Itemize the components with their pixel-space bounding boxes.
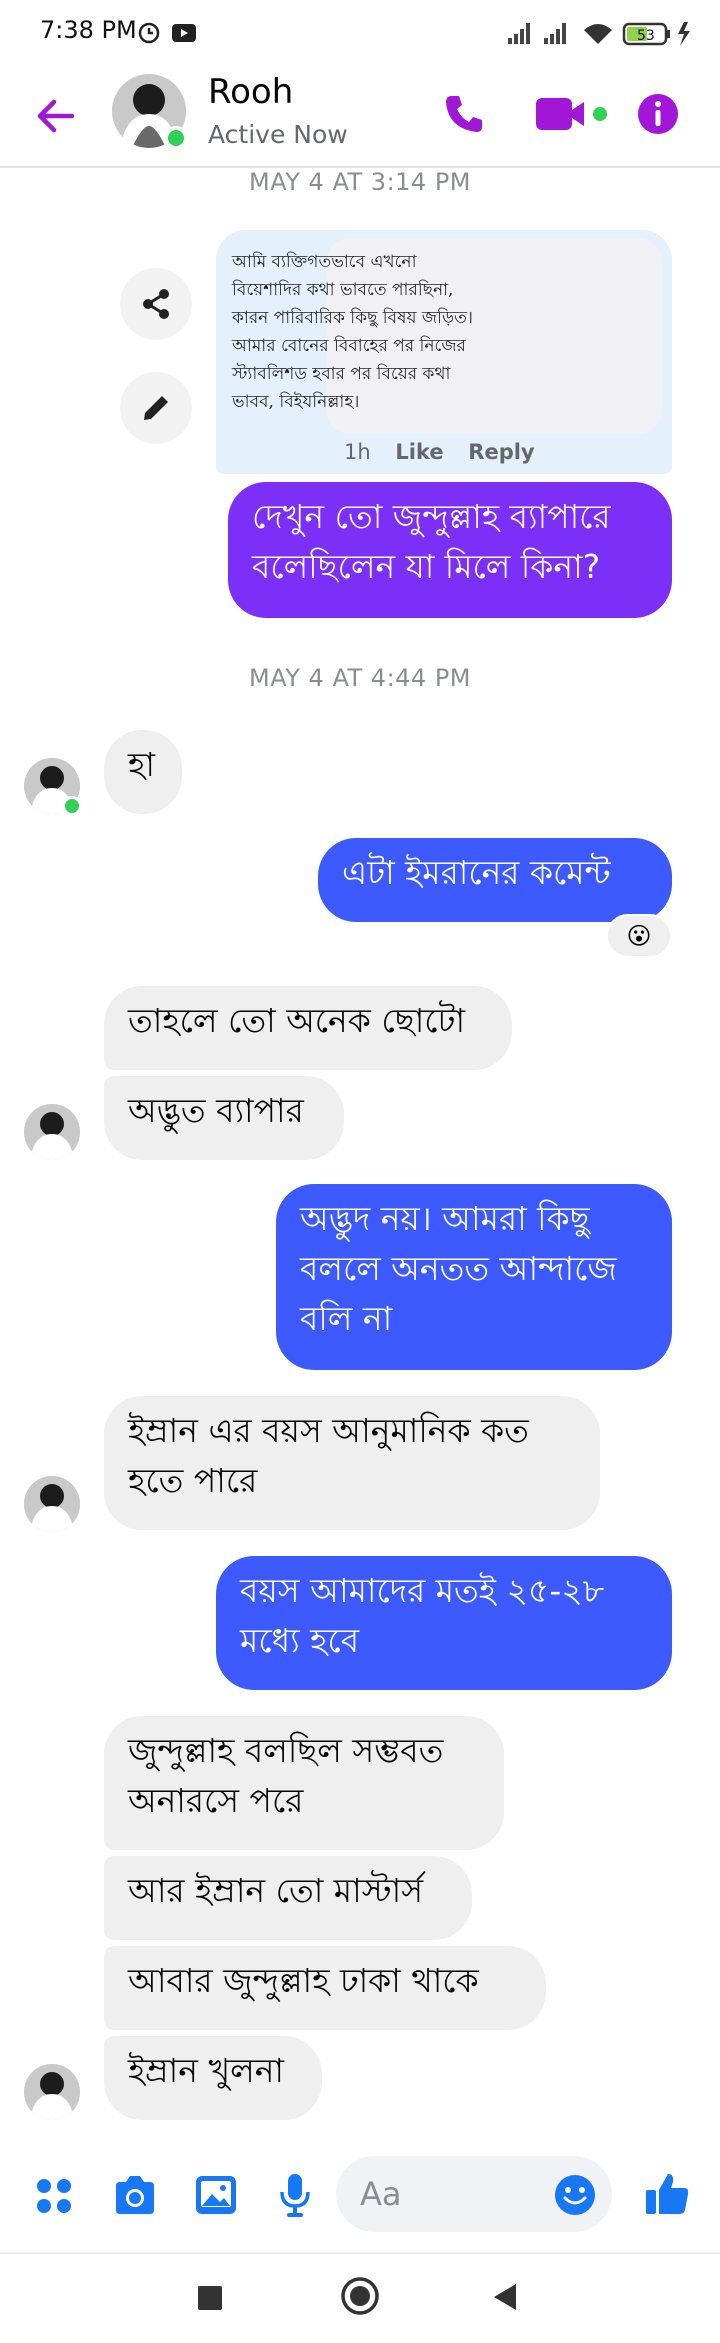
reaction-badge[interactable]: 😮	[606, 914, 672, 958]
phone-icon[interactable]	[442, 92, 486, 136]
date-separator: MAY 4 AT 4:44 PM	[249, 664, 471, 692]
shared-post-line: বিয়েশাদির কথা ভাবতে পারছিনা,	[232, 280, 454, 300]
share-button[interactable]	[120, 268, 192, 340]
shared-post-time: 1h	[344, 440, 371, 464]
message-line: হা	[128, 745, 155, 784]
recents-icon[interactable]	[196, 2284, 224, 2312]
pencil-icon	[144, 396, 168, 420]
wifi-icon	[584, 24, 612, 44]
edit-button[interactable]	[120, 372, 192, 444]
message-bubble-incoming[interactable]: ইম্রান এর বয়স আনুমানিক কত হতে পারে	[104, 1396, 600, 1530]
online-indicator	[62, 796, 82, 816]
contact-avatar-small[interactable]	[24, 2064, 80, 2120]
camera-icon[interactable]	[112, 2174, 158, 2216]
video-camera-icon[interactable]	[534, 94, 612, 134]
contact-avatar-small[interactable]	[24, 1476, 80, 1532]
message-bubble-outgoing[interactable]: এটা ইমরানের কমেন্ট	[318, 838, 672, 922]
message-line: অদ্ভুত ব্যাপার	[128, 1091, 304, 1130]
message-bubble-outgoing[interactable]: অদ্ভুদ নয়। আমরা কিছু বললে অনতত আন্দাজে …	[276, 1184, 672, 1370]
shared-post-text: আমি ব্যক্তিগতভাবে এখনো বিয়েশাদির কথা ভা…	[232, 248, 552, 416]
microphone-icon[interactable]	[278, 2172, 312, 2218]
active-status: Active Now	[208, 120, 348, 149]
avatar-image	[24, 1104, 80, 1160]
back-arrow-icon[interactable]	[34, 94, 78, 138]
avatar-image	[24, 1476, 80, 1532]
message-line: অদ্ভুদ নয়। আমরা কিছু	[300, 1199, 590, 1238]
message-line: ইম্রান খুলনা	[128, 2051, 284, 2090]
message-line: ইম্রান এর বয়স আনুমানিক কত	[128, 1411, 529, 1450]
video-active-dot	[593, 107, 607, 121]
status-time: 7:38 PM	[40, 16, 137, 44]
thumbs-up-icon[interactable]	[644, 2170, 690, 2216]
message-bubble-incoming[interactable]: ইম্রান খুলনা	[104, 2036, 322, 2120]
status-left-icons	[138, 22, 196, 44]
gallery-icon[interactable]	[194, 2174, 238, 2216]
message-line: তাহলে তো অনেক ছোটো	[128, 1001, 466, 1040]
online-indicator	[164, 126, 188, 150]
message-bubble-outgoing[interactable]: বয়স আমাদের মতই ২৫-২৮ মধ্যে হবে	[216, 1556, 672, 1690]
shared-post-meta: 1h Like Reply	[344, 440, 553, 464]
message-line: বলেছিলেন যা মিলে কিনা?	[252, 547, 601, 586]
message-bubble-incoming[interactable]: জুন্দুল্লাহ বলছিল সম্ভবত অনারসে পরে	[104, 1716, 504, 1850]
shared-post-line: ভাবব, বিইযনিল্লাহ।	[232, 392, 360, 412]
date-separator: MAY 4 AT 3:14 PM	[249, 168, 471, 196]
apps-icon[interactable]	[34, 2176, 74, 2216]
signal-icon-2	[544, 23, 566, 44]
signal-icon	[508, 23, 530, 44]
shared-post-line: কারন পারিবারিক কিছু বিষয় জড়িত।	[232, 308, 473, 328]
message-line: আর ইম্রান তো মাস্টার্স	[128, 1871, 423, 1910]
shared-post-line: আমি ব্যক্তিগতভাবে এখনো	[232, 252, 417, 272]
status-bar: 7:38 PM 53	[0, 0, 720, 64]
message-line: জুন্দুল্লাহ বলছিল সম্ভবত	[128, 1731, 444, 1770]
shared-post-reply: Reply	[468, 440, 535, 464]
message-line: হতে পারে	[128, 1461, 258, 1500]
message-bubble-incoming[interactable]: অদ্ভুত ব্যাপার	[104, 1076, 344, 1160]
status-right-icons: 53	[508, 22, 690, 46]
message-line: বললে অনতত আন্দাজে	[300, 1249, 617, 1288]
message-line: মধ্যে হবে	[240, 1621, 360, 1660]
message-bubble-outgoing[interactable]: দেখুন তো জুন্দুল্লাহ ব্যাপারে বলেছিলেন য…	[228, 482, 672, 618]
message-bubble-incoming[interactable]: হা	[104, 730, 182, 814]
emoji-icon[interactable]	[554, 2174, 596, 2216]
shared-post-line: স্ট্যাবলিশড হবার পর বিয়ের কথা	[232, 364, 451, 384]
shared-post-like: Like	[395, 440, 444, 464]
shared-post-line: আমার বোনের বিবাহের পর নিজের	[232, 336, 466, 356]
system-navigation-bar	[0, 2252, 720, 2343]
message-bubble-incoming[interactable]: তাহলে তো অনেক ছোটো	[104, 986, 512, 1070]
message-line: বলি না	[300, 1299, 393, 1338]
avatar-image	[24, 2064, 80, 2120]
message-bubble-incoming[interactable]: আবার জুন্দুল্লাহ ঢাকা থাকে	[104, 1946, 546, 2030]
alarm-icon	[138, 22, 160, 44]
message-line: আবার জুন্দুল্লাহ ঢাকা থাকে	[128, 1961, 479, 2000]
message-bubble-incoming[interactable]: আর ইম্রান তো মাস্টার্স	[104, 1856, 472, 1940]
message-line: বয়স আমাদের মতই ২৫-২৮	[240, 1571, 605, 1610]
message-line: এটা ইমরানের কমেন্ট	[342, 853, 611, 892]
youtube-icon	[172, 24, 196, 42]
charging-icon	[678, 22, 690, 46]
conversation-header: Rooh Active Now	[0, 64, 720, 168]
contact-name[interactable]: Rooh	[208, 72, 293, 112]
message-line: অনারসে পরে	[128, 1781, 304, 1820]
message-input-placeholder: Aa	[360, 2175, 402, 2213]
back-icon[interactable]	[490, 2282, 520, 2312]
contact-avatar-small[interactable]	[24, 1104, 80, 1160]
home-icon[interactable]	[340, 2276, 380, 2316]
message-line: দেখুন তো জুন্দুল্লাহ ব্যাপারে	[252, 497, 611, 536]
info-icon[interactable]	[636, 92, 680, 136]
share-icon	[143, 289, 169, 319]
battery-level: 53	[637, 28, 655, 44]
